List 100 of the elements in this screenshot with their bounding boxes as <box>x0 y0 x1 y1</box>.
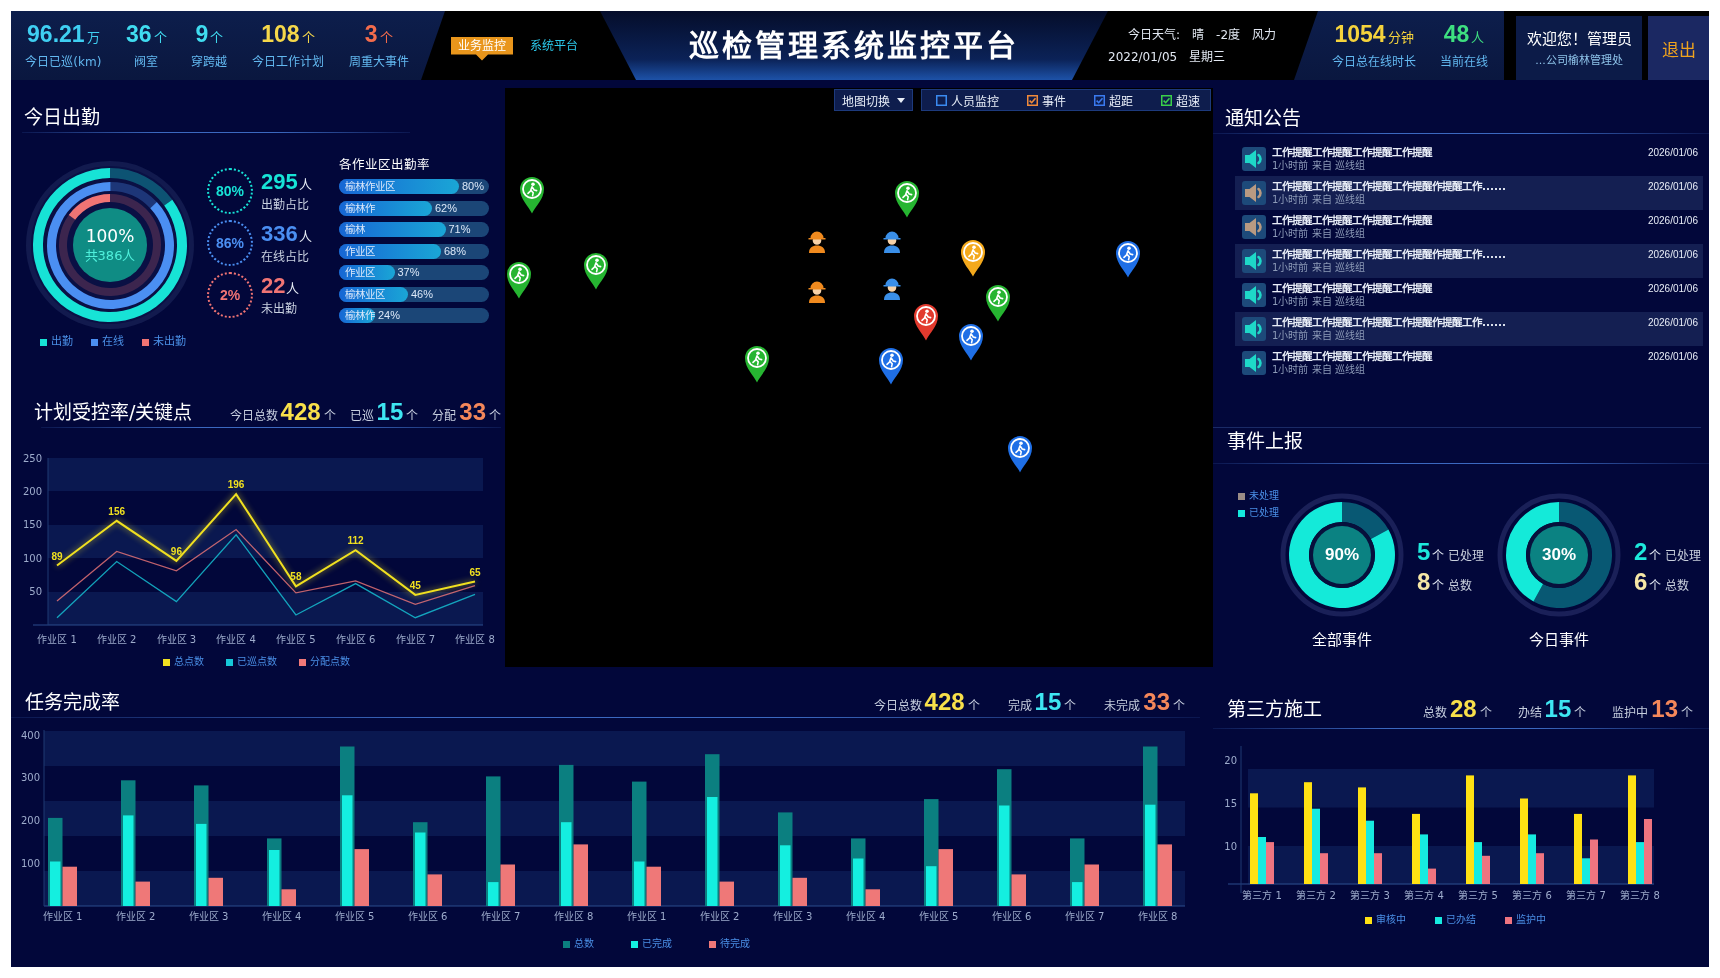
stat-value: 9个 <box>195 22 224 49</box>
data-label: 58 <box>290 571 302 583</box>
stat-label: 分配 <box>432 407 457 423</box>
axis-label: 作业区 1 <box>42 911 83 922</box>
zone-name: 作业区 <box>345 265 375 280</box>
checkbox-icon[interactable] <box>1027 94 1038 106</box>
stat-value: 28 <box>1449 696 1477 722</box>
notice-meta: 1小时前 来自 巡线组 <box>1272 160 1366 172</box>
legend-label: 总数 <box>574 938 594 950</box>
count-value: 5个 <box>1417 539 1445 567</box>
legend-label: 监护中 <box>1516 914 1546 926</box>
notice-date: 2026/01/06 <box>1647 215 1698 227</box>
total-count: 共386人 <box>84 248 136 264</box>
notice-title: 工作提醒工作提醒工作提醒工作提醒 <box>1272 282 1434 295</box>
legend-label: 未出勤 <box>153 336 186 348</box>
stat-label: 今日已巡(km) <box>25 55 102 69</box>
stat-label: 已巡 <box>349 407 374 423</box>
legend-label: 待完成 <box>720 938 750 950</box>
zone-name: 榆林作业区 <box>345 179 395 194</box>
stat-label: 办结 <box>1517 705 1542 720</box>
notice-date: 2026/01/06 <box>1647 181 1698 193</box>
axis-label: 第三方 8 <box>1620 890 1660 901</box>
weather-condition: 晴 <box>1192 27 1205 42</box>
notice-title: 工作提醒工作提醒工作提醒工作提醒作提醒工作...... <box>1272 180 1507 193</box>
checkbox-icon[interactable] <box>936 94 947 106</box>
stat-value: 13 <box>1651 696 1678 722</box>
data-label: 89 <box>51 550 63 562</box>
zone-name: 榆林 <box>345 222 365 237</box>
stat-label: 在线占比 <box>261 248 310 265</box>
map-switch-button[interactable]: 地图切换 <box>834 89 913 111</box>
stat-label: 今日总数 <box>873 697 922 713</box>
notice-item[interactable]: 工作提醒工作提醒工作提醒工作提醒 1小时前 来自 巡线组 2026/01/06 <box>1235 142 1703 176</box>
count-value: 2个 <box>1634 539 1662 567</box>
stat-unit: 个 <box>323 407 336 423</box>
stat-label: 今日总数 <box>229 407 278 423</box>
axis-label: 50 <box>29 586 42 598</box>
stat-label: 监护中 <box>1612 705 1649 720</box>
legend-label: 已完成 <box>642 938 672 950</box>
zone-name: 榆林作 <box>345 308 375 323</box>
zone-percent: 62% <box>435 200 458 216</box>
axis-label: 作业区 7 <box>1064 911 1105 922</box>
axis-label: 第三方 2 <box>1296 890 1336 901</box>
layer-checkbox[interactable]: 事件 <box>1027 91 1066 109</box>
notice-item[interactable]: 工作提醒工作提醒工作提醒工作提醒 1小时前 来自 巡线组 2026/01/06 <box>1235 210 1703 244</box>
axis-label: 作业区 5 <box>918 911 959 922</box>
notice-item[interactable]: 工作提醒工作提醒工作提醒工作提醒作提醒工作...... 1小时前 来自 巡线组 2026/01/06 <box>1235 312 1703 346</box>
notice-item[interactable]: 工作提醒工作提醒工作提醒工作提醒 1小时前 来自 巡线组 2026/01/06 <box>1235 278 1703 312</box>
logout-button[interactable]: 退出 <box>1648 16 1709 80</box>
axis-label: 100 <box>20 857 40 869</box>
notice-item[interactable]: 工作提醒工作提醒工作提醒工作提醒作提醒工作...... 1小时前 来自 巡线组 2026/01/06 <box>1235 244 1703 278</box>
checkbox-icon[interactable] <box>1094 94 1105 106</box>
stat-value: 15 <box>376 398 404 425</box>
checkbox-icon[interactable] <box>1161 94 1172 106</box>
weather-temperature: -2度 <box>1216 27 1240 42</box>
layer-checkbox[interactable]: 人员监控 <box>936 91 999 109</box>
notice-date: 2026/01/06 <box>1647 317 1698 329</box>
stat-label: 阀室 <box>134 55 159 69</box>
axis-label: 400 <box>20 729 40 741</box>
axis-label: 作业区 8 <box>553 911 594 922</box>
stat-value: 1054 分钟 <box>1334 22 1414 49</box>
axis-label: 作业区 4 <box>261 911 302 922</box>
stat-label: 出勤占比 <box>261 196 310 213</box>
section-title: 各作业区出勤率 <box>339 157 431 172</box>
layer-checkbox[interactable]: 超距 <box>1094 91 1133 109</box>
axis-label: 作业区 2 <box>96 634 137 645</box>
weather-wind: 风力 <box>1252 27 1276 42</box>
notice-date: 2026/01/06 <box>1647 147 1698 159</box>
stat-value: 96.21 万 <box>27 22 100 49</box>
nav-tab[interactable]: 系统平台 <box>523 36 585 61</box>
stat-unit: 个 <box>1681 705 1693 720</box>
notice-title: 工作提醒工作提醒工作提醒工作提醒 <box>1272 214 1434 227</box>
axis-label: 作业区 2 <box>115 911 156 922</box>
stat-value: 428 <box>924 688 965 715</box>
stat-label: 当前在线 <box>1440 55 1488 69</box>
zone-percent: 71% <box>448 222 471 237</box>
stat-label: 周重大事件 <box>348 55 409 69</box>
zone-percent: 37% <box>397 265 420 280</box>
axis-label: 作业区 1 <box>37 634 77 645</box>
axis-label: 作业区 4 <box>216 634 256 645</box>
axis-label: 第三方 5 <box>1458 890 1498 901</box>
axis-label: 300 <box>20 772 40 784</box>
layer-checkbox[interactable]: 超速 <box>1161 91 1200 109</box>
stat-label: 总数 <box>1422 705 1447 720</box>
donut-percent: 90% <box>1325 545 1359 565</box>
legend-label: 未处理 <box>1249 490 1279 502</box>
axis-label: 作业区 8 <box>1137 911 1178 922</box>
stat-value: 108 个 <box>261 22 315 49</box>
data-label: 45 <box>409 579 421 591</box>
axis-label: 作业区 5 <box>334 911 375 922</box>
axis-label: 作业区 5 <box>276 634 316 645</box>
donut-percent: 30% <box>1542 545 1576 565</box>
count-value: 6个 <box>1634 569 1662 597</box>
notice-meta: 1小时前 来自 巡线组 <box>1272 364 1366 376</box>
data-label: 156 <box>108 505 126 517</box>
notice-item[interactable]: 工作提醒工作提醒工作提醒工作提醒作提醒工作...... 1小时前 来自 巡线组 2026/01/06 <box>1235 176 1703 210</box>
stat-label: 未完成 <box>1104 697 1141 713</box>
stat-label: 穿跨越 <box>191 55 228 69</box>
notice-item[interactable]: 工作提醒工作提醒工作提醒工作提醒 1小时前 来自 巡线组 2026/01/06 <box>1235 346 1703 380</box>
stat-value: 36 个 <box>126 22 167 49</box>
stat-label: 完成 <box>1007 697 1032 713</box>
